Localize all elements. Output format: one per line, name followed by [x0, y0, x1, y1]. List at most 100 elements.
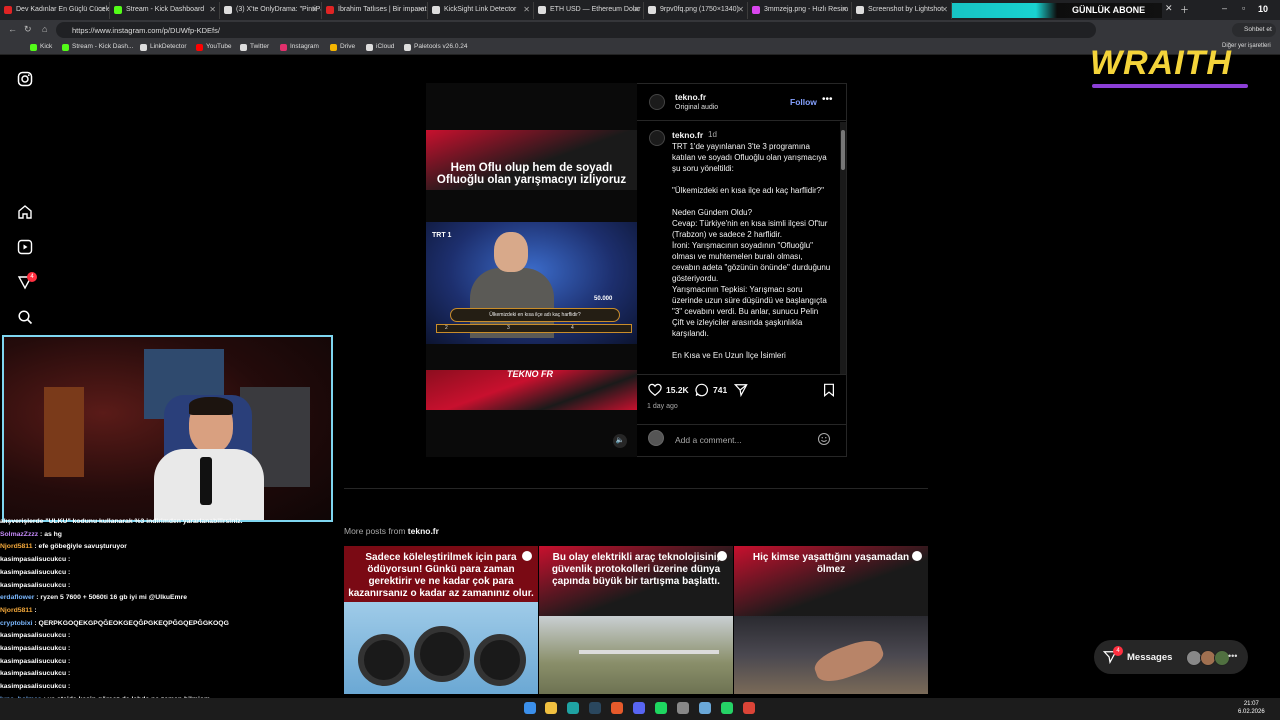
- tab-close-icon[interactable]: ✕: [523, 5, 530, 14]
- section-divider: [344, 488, 928, 489]
- chrome-icon[interactable]: [743, 702, 755, 714]
- tab-close-icon[interactable]: ✕: [737, 5, 744, 14]
- more-post-thumbnail[interactable]: Sadece köleleştirilmek için para ödüyors…: [344, 546, 538, 694]
- comment-count[interactable]: 741: [713, 385, 727, 395]
- browser-tab[interactable]: 3mmzejg.png - Hızlı Resim ✕: [748, 2, 852, 19]
- like-count[interactable]: 15.2K: [666, 385, 689, 395]
- bookmark-item[interactable]: YouTube: [196, 43, 232, 51]
- maximize-icon[interactable]: ▫: [1242, 3, 1245, 13]
- tab-close-icon[interactable]: ✕: [417, 5, 424, 14]
- chat-username[interactable]: kasimpasalisucukcu: [0, 683, 66, 690]
- reels-nav-icon[interactable]: [17, 239, 33, 255]
- audio-label[interactable]: Original audio: [675, 104, 718, 111]
- back-icon[interactable]: ←: [8, 24, 17, 34]
- browser-tab[interactable]: ETH USD — Ethereum Dolar ✕: [534, 2, 644, 19]
- chat-username[interactable]: Njord5811: [0, 607, 33, 614]
- caption-username[interactable]: tekno.fr: [672, 130, 703, 140]
- post-age: 1 day ago: [647, 403, 678, 410]
- browser-tab[interactable]: Screenshot by Lightshot ✕: [852, 2, 952, 19]
- bookmark-item[interactable]: LinkDetector: [140, 43, 187, 51]
- whatsapp-icon[interactable]: [721, 702, 733, 714]
- browser-tab[interactable]: Stream - Kick Dashboard ✕: [110, 2, 220, 19]
- chat-username[interactable]: SolmazZzzz: [0, 531, 38, 538]
- comment-input[interactable]: [675, 434, 805, 446]
- start-menu-icon[interactable]: [524, 702, 536, 714]
- browser-tab[interactable]: KickSight Link Detector ✕: [428, 2, 534, 19]
- tab-close-icon[interactable]: ✕: [209, 5, 216, 14]
- search-nav-icon[interactable]: [17, 309, 33, 325]
- browser-tab[interactable]: (3) X'te OnlyDrama: "PintiPan ✕: [220, 2, 322, 19]
- comment-icon[interactable]: [695, 383, 709, 397]
- bookmark-item[interactable]: Drive: [330, 43, 355, 51]
- more-messages-icon[interactable]: •••: [1228, 651, 1237, 661]
- bookmark-item[interactable]: Twitter: [240, 43, 269, 51]
- more-options-icon[interactable]: •••: [822, 94, 833, 105]
- tab-close-icon[interactable]: ✕: [633, 5, 640, 14]
- bookmark-item[interactable]: Kick: [30, 43, 52, 51]
- home-nav-icon[interactable]: [17, 204, 33, 220]
- tab-close-icon[interactable]: ✕: [841, 5, 848, 14]
- bookmark-label: YouTube: [206, 43, 232, 50]
- tab-label: (3) X'te OnlyDrama: "PintiPan: [236, 6, 322, 13]
- browser-tab[interactable]: İbrahim Tatlıses | Bir imparat ✕: [322, 2, 428, 19]
- chat-username[interactable]: kasimpasalisucukcu: [0, 645, 66, 652]
- bookmark-item[interactable]: iCloud: [366, 43, 394, 51]
- tab-close-icon[interactable]: ✕: [99, 5, 106, 14]
- app-icon[interactable]: [699, 702, 711, 714]
- user-avatar[interactable]: [648, 430, 664, 446]
- author-avatar[interactable]: [649, 94, 665, 110]
- follow-button[interactable]: Follow: [790, 97, 817, 107]
- bookmark-label: LinkDetector: [150, 43, 187, 50]
- instagram-logo-icon[interactable]: [17, 71, 33, 87]
- discord-icon[interactable]: [633, 702, 645, 714]
- chat-message: kasimpasalisucukcu :: [0, 656, 340, 669]
- more-post-thumbnail[interactable]: Bu olay elektrikli araç teknolojisini, g…: [539, 546, 733, 694]
- app-icon[interactable]: [611, 702, 623, 714]
- browser-tab[interactable]: Dev Kadınlar En Güçlü Cücele ✕: [0, 2, 110, 19]
- author-username[interactable]: tekno.fr: [675, 92, 706, 102]
- chat-text: alışverişlerde "ULKU" kodunu kullanarak …: [0, 518, 243, 525]
- chat-username[interactable]: Njord5811: [0, 543, 33, 550]
- chat-username[interactable]: cryptobixi: [0, 620, 32, 627]
- edge-icon[interactable]: [567, 702, 579, 714]
- browser-tab[interactable]: 9rpv0fq.png (1750×1340) ✕: [644, 2, 748, 19]
- reload-icon[interactable]: ↻: [24, 24, 32, 35]
- more-post-thumbnail[interactable]: Hiç kimse yaşattığını yaşamadan ölmez: [734, 546, 928, 694]
- share-icon[interactable]: [733, 383, 748, 398]
- chat-username[interactable]: kasimpasalisucukcu: [0, 582, 66, 589]
- tab-close-icon[interactable]: ✕: [941, 5, 948, 14]
- more-posts-username[interactable]: tekno.fr: [408, 526, 439, 536]
- caption-scrollbar-thumb[interactable]: [841, 130, 845, 170]
- minimize-icon[interactable]: –: [1222, 3, 1227, 13]
- streamer-logo: WRAITH: [1090, 44, 1232, 82]
- chat-username[interactable]: kasimpasalisucukcu: [0, 632, 66, 639]
- file-explorer-icon[interactable]: [545, 702, 557, 714]
- new-tab-icon[interactable]: ＋: [1180, 3, 1189, 16]
- chat-username[interactable]: erdaflower: [0, 594, 34, 601]
- bookmark-icon[interactable]: [822, 383, 836, 397]
- address-bar[interactable]: https://www.instagram.com/p/DUWfp-KDEfs/: [56, 22, 1096, 38]
- subscriber-goal-label: GÜNLÜK ABONE: [1072, 5, 1146, 15]
- like-icon[interactable]: [648, 383, 662, 397]
- spotify-icon[interactable]: [655, 702, 667, 714]
- taskbar-clock[interactable]: 21:07 6.02.2026: [1238, 700, 1265, 716]
- bookmark-item[interactable]: Instagram: [280, 43, 319, 51]
- bookmark-item[interactable]: Paletools v26.0.24: [404, 43, 467, 51]
- chat-username[interactable]: kasimpasalisucukcu: [0, 658, 66, 665]
- bookmark-favicon-icon: [330, 44, 337, 51]
- steam-icon[interactable]: [589, 702, 601, 714]
- tab-close-icon[interactable]: ✕: [311, 5, 318, 14]
- bookmark-item[interactable]: Stream - Kick Dash...: [62, 43, 134, 51]
- tab-close-icon[interactable]: ✕: [1165, 3, 1173, 14]
- chat-username[interactable]: kasimpasalisucukcu: [0, 670, 66, 677]
- chat-username[interactable]: kasimpasalisucukcu: [0, 569, 66, 576]
- emoji-icon[interactable]: [817, 432, 831, 446]
- chat-username[interactable]: kasimpasalisucukcu: [0, 556, 66, 563]
- mute-button[interactable]: 🔈: [613, 434, 627, 448]
- caption-avatar[interactable]: [649, 130, 665, 146]
- app-icon[interactable]: [677, 702, 689, 714]
- profile-chat-button[interactable]: Sohbet et: [1232, 23, 1276, 37]
- bookmark-label: Stream - Kick Dash...: [72, 43, 134, 50]
- home-icon[interactable]: ⌂: [42, 24, 47, 34]
- stream-chat: alışverişlerde "ULKU" kodunu kullanarak …: [0, 516, 340, 720]
